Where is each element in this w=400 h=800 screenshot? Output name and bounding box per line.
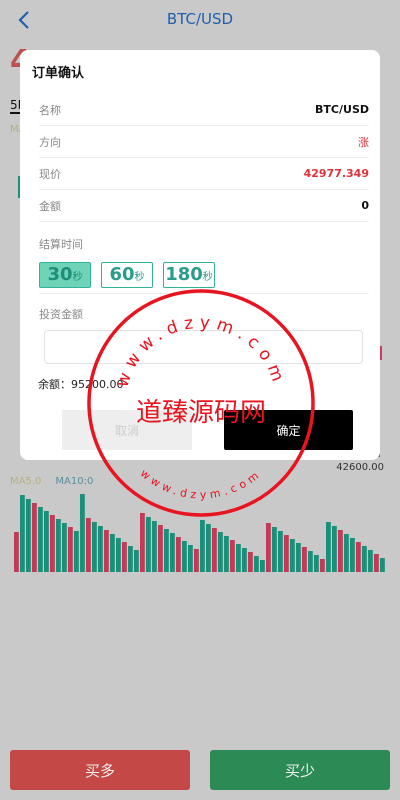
option-number: 180: [165, 264, 203, 285]
option-unit: 秒: [134, 272, 145, 283]
volume-bar: [248, 552, 253, 572]
ma5-label: MA5.0: [10, 476, 42, 487]
volume-bar: [176, 537, 181, 572]
volume-bar: [182, 541, 187, 572]
volume-bar: [170, 533, 175, 572]
volume-bar: [26, 499, 31, 572]
option-number: 60: [109, 264, 135, 285]
volume-bar: [152, 521, 157, 572]
volume-bar: [200, 520, 205, 572]
volume-ma-legend: MA5.0 MA10:0: [10, 476, 93, 487]
watermark-stamp: www.dzym.com 道臻源码网 www.dzym.com: [87, 289, 315, 517]
buy-up-button[interactable]: 买多: [10, 750, 190, 790]
volume-bar: [50, 515, 55, 572]
volume-bar: [122, 542, 127, 572]
volume-bar: [302, 547, 307, 572]
option-unit: 秒: [72, 272, 83, 283]
row-value: 涨: [358, 135, 369, 149]
volume-bar: [242, 548, 247, 572]
volume-bar: [104, 530, 109, 572]
option-unit: 秒: [202, 272, 213, 283]
volume-bar: [290, 539, 295, 572]
buy-down-button[interactable]: 买少: [210, 750, 390, 790]
volume-bar: [134, 550, 139, 572]
page-title: BTC/USD: [166, 10, 234, 28]
volume-bar: [86, 518, 91, 572]
volume-bar: [188, 545, 193, 572]
volume-bar: [62, 523, 67, 572]
row-label: 方向: [39, 135, 61, 149]
volume-bar: [92, 522, 97, 572]
volume-bar: [308, 551, 313, 572]
volume-bar: [254, 556, 259, 572]
volume-bar: [356, 542, 361, 572]
volume-bar: [158, 525, 163, 572]
volume-bar: [194, 549, 199, 572]
settle-option-60[interactable]: 60 秒: [101, 262, 153, 288]
volume-bar: [224, 536, 229, 572]
option-number: 30: [47, 264, 73, 285]
volume-bar: [374, 554, 379, 572]
axis-price-label: 42600.00: [336, 462, 384, 473]
volume-bar: [44, 511, 49, 572]
settle-time-label: 结算时间: [39, 238, 83, 251]
row-value: 0: [361, 199, 369, 212]
row-label: 名称: [39, 103, 61, 117]
settle-option-180[interactable]: 180 秒: [163, 262, 215, 288]
volume-bar: [362, 546, 367, 572]
volume-bar: [98, 526, 103, 572]
volume-bar: [284, 535, 289, 572]
volume-bar: [236, 544, 241, 572]
volume-bar: [14, 532, 19, 572]
volume-bar: [164, 529, 169, 572]
volume-bar: [326, 522, 331, 572]
order-row-amount: 金额 0: [39, 190, 369, 222]
volume-bar: [80, 494, 85, 572]
volume-bar: [68, 527, 73, 572]
stamp-main-text: 道臻源码网: [136, 398, 266, 428]
row-value: 42977.349: [303, 167, 369, 180]
settle-option-30[interactable]: 30 秒: [39, 262, 91, 288]
stamp-url-bottom: www.dzym.com: [138, 467, 265, 502]
stamp-url-top: www.dzym.com: [113, 313, 290, 390]
volume-bar: [32, 503, 37, 572]
volume-bar: [116, 538, 121, 572]
volume-bar: [110, 534, 115, 572]
volume-bar: [146, 517, 151, 572]
volume-bar: [74, 531, 79, 572]
volume-bar: [20, 495, 25, 572]
volume-bar: [278, 531, 283, 572]
volume-bar: [212, 528, 217, 572]
volume-bar: [332, 526, 337, 572]
order-row-name: 名称 BTC/USD: [39, 94, 369, 126]
volume-bar: [296, 543, 301, 572]
order-row-price: 现价 42977.349: [39, 158, 369, 190]
row-label: 金额: [39, 199, 61, 213]
volume-bar: [38, 507, 43, 572]
volume-bar: [260, 560, 265, 572]
volume-bar: [56, 519, 61, 572]
volume-bar: [140, 513, 145, 572]
volume-bar: [338, 530, 343, 572]
volume-bar: [314, 555, 319, 572]
order-row-direction: 方向 涨: [39, 126, 369, 158]
volume-bar: [272, 527, 277, 572]
row-label: 现价: [39, 167, 61, 181]
volume-bar: [344, 534, 349, 572]
volume-bar: [266, 523, 271, 572]
volume-bar: [218, 532, 223, 572]
volume-bar: [380, 558, 385, 572]
dialog-title: 订单确认: [32, 66, 85, 81]
volume-bar: [320, 559, 325, 572]
row-value: BTC/USD: [315, 103, 369, 116]
volume-bar: [230, 540, 235, 572]
volume-bar: [128, 546, 133, 572]
volume-bar: [368, 550, 373, 572]
top-bar: BTC/USD: [0, 0, 400, 40]
volume-bar: [350, 538, 355, 572]
volume-bar: [206, 524, 211, 572]
invest-amount-label: 投资金额: [39, 308, 83, 321]
